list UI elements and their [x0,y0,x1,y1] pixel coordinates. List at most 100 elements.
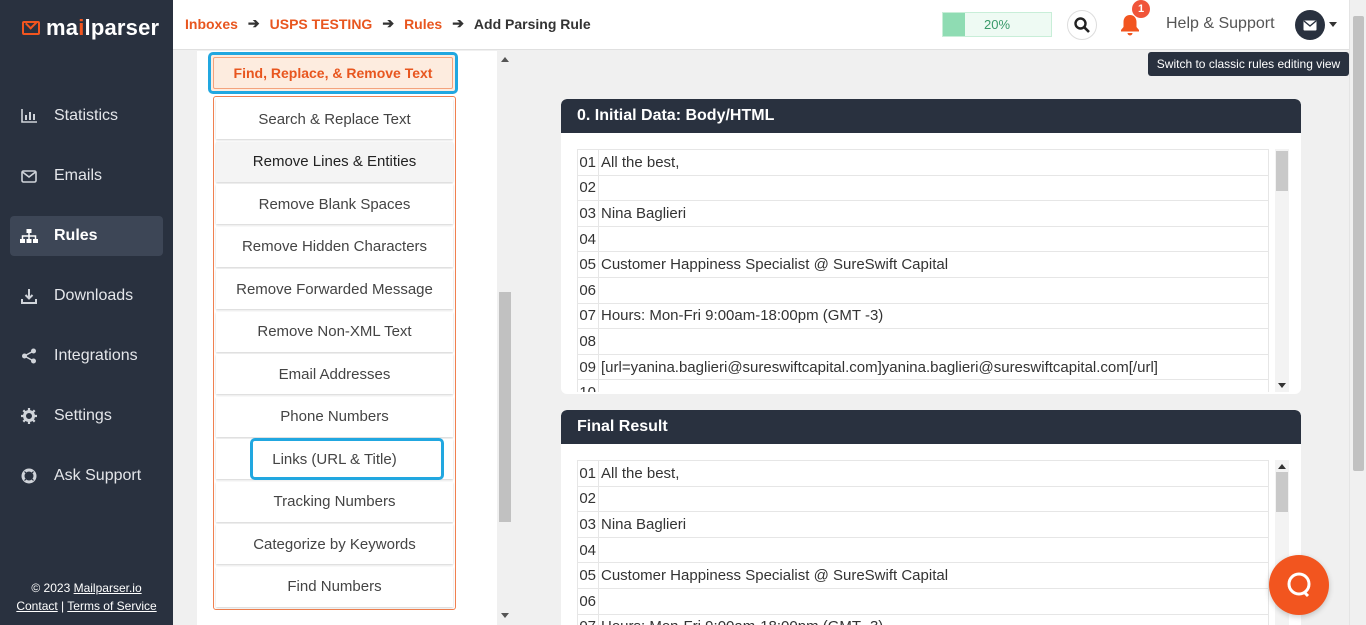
code-line: 04 [578,226,1268,253]
page-scrollbar[interactable] [1349,0,1366,625]
rules-list: Search & Replace Text Remove Lines & Ent… [213,96,456,610]
rule-remove-hidden-characters[interactable]: Remove Hidden Characters [216,226,453,267]
arrow-right-icon: ➔ [382,15,395,31]
line-number: 03 [578,512,599,537]
line-text: Nina Baglieri [601,515,687,533]
sidebar-item-ask-support[interactable]: Ask Support [10,456,163,496]
rule-search-replace[interactable]: Search & Replace Text [216,99,453,139]
breadcrumb-inbox[interactable]: USPS TESTING [270,16,373,32]
line-text: Customer Happiness Specialist @ SureSwif… [601,256,949,274]
envelope-icon [20,167,38,185]
support-icon [20,467,38,485]
rule-links[interactable]: Links (URL & Title) [216,438,453,480]
breadcrumb: Inboxes ➔ USPS TESTING ➔ Rules ➔ Add Par… [185,15,591,32]
footer-separator: | [61,599,65,613]
code-line: 10 [578,380,1268,392]
sidebar-nav: Statistics Emails Rules Downloads Integr… [0,96,173,516]
setup-progress-bar[interactable]: 20% [942,12,1052,37]
chevron-down-icon[interactable] [1329,22,1337,27]
scroll-thumb[interactable] [1276,151,1288,191]
category-inner-border [213,57,453,89]
line-text: Nina Baglieri [601,204,687,222]
line-number: 07 [578,303,599,329]
rule-email-addresses[interactable]: Email Addresses [216,354,453,394]
classic-view-tooltip: Switch to classic rules editing view [1148,52,1349,76]
code-line: 05 Customer Happiness Specialist @ SureSw… [578,252,1268,278]
code-line: 02 [578,486,1268,513]
line-number: 02 [578,175,599,201]
contact-link[interactable]: Contact [16,599,57,613]
line-number: 01 [578,150,599,175]
rule-remove-forwarded-message[interactable]: Remove Forwarded Message [216,269,453,309]
code-line: 06 [578,588,1268,615]
search-button[interactable] [1067,10,1097,40]
mailparser-logo[interactable]: mailparser [22,14,159,42]
rule-phone-numbers[interactable]: Phone Numbers [216,396,453,437]
initial-data-panel: 0. Initial Data: Body/HTML 01 All the bes… [561,99,1301,394]
rule-remove-non-xml[interactable]: Remove Non-XML Text [216,311,453,352]
rule-tracking-numbers[interactable]: Tracking Numbers [216,481,453,522]
scroll-thumb[interactable] [499,292,511,522]
page-scroll-thumb[interactable] [1353,16,1364,471]
rule-remove-blank-spaces[interactable]: Remove Blank Spaces [216,184,453,224]
rule-categorize-keywords[interactable]: Categorize by Keywords [216,524,453,564]
rules-panel: Find, Replace, & Remove Text Search & Re… [173,51,513,625]
sidebar-item-emails[interactable]: Emails [10,156,163,196]
envelope-logo-icon [22,21,40,35]
code-line: 01 All the best, [578,461,1268,487]
mailparser-link[interactable]: Mailparser.io [74,581,142,595]
line-text: Hours: Mon-Fri 9:00am-18:00pm (GMT -3) [599,618,883,625]
breadcrumb-current: Add Parsing Rule [473,15,591,32]
gear-icon [20,407,38,425]
initial-data-code[interactable]: 01 All the best, 02 03 Nina Baglieri 04 05 Cust… [577,149,1269,392]
sitemap-icon [20,227,38,245]
copyright-text: © 2023 [31,581,71,595]
rule-find-numbers[interactable]: Find Numbers [216,566,453,607]
sidebar-item-label: Integrations [54,347,138,364]
line-text: Hours: Mon-Fri 9:00am-18:00pm (GMT -3) [601,307,884,325]
sidebar-item-rules[interactable]: Rules [10,216,163,256]
line-number: 05 [578,563,599,588]
sidebar-item-settings[interactable]: Settings [10,396,163,436]
sidebar-item-downloads[interactable]: Downloads [10,276,163,316]
sidebar: mailparser Statistics Emails Rules Downl… [0,0,173,625]
terms-link[interactable]: Terms of Service [67,599,156,613]
line-number: 01 [578,461,599,486]
category-find-replace-remove[interactable]: Find, Replace, & Remove Text [208,52,458,94]
top-header: Inboxes ➔ USPS TESTING ➔ Rules ➔ Add Par… [173,0,1366,50]
scroll-down-arrow[interactable] [501,613,509,618]
scroll-thumb[interactable] [1276,472,1288,512]
sidebar-item-label: Statistics [54,107,119,124]
sidebar-item-label: Downloads [54,287,134,304]
code-line: 08 [578,329,1268,355]
breadcrumb-rules[interactable]: Rules [404,16,442,32]
sidebar-footer: © 2023 Mailparser.io Contact | Terms of … [0,579,173,615]
code-line: 03 Nina Baglieri [578,201,1268,227]
code-line: 04 [578,537,1268,564]
initial-data-scrollbar[interactable] [1275,149,1289,392]
code-line: 05 Customer Happiness Specialist @ SureSw… [578,563,1268,589]
line-number: 04 [578,537,599,563]
rules-scrollbar[interactable] [497,51,513,625]
line-number: 02 [578,486,599,512]
scroll-up-arrow[interactable] [501,57,509,62]
sidebar-item-statistics[interactable]: Statistics [10,96,163,136]
code-line: 02 [578,175,1268,202]
rule-remove-lines[interactable]: Remove Lines & Entities [216,141,453,182]
user-avatar[interactable] [1295,10,1325,40]
scroll-down-arrow[interactable] [1278,383,1286,388]
final-result-code[interactable]: 01 All the best, 02 03 Nina Baglieri 04 05 Cust… [577,460,1269,625]
notification-badge: 1 [1132,0,1150,18]
chat-support-button[interactable] [1269,555,1329,615]
line-number: 09 [578,354,599,380]
sidebar-item-label: Settings [54,407,112,424]
line-number: 06 [578,277,599,303]
code-line: 07Hours: Mon-Fri 9:00am-18:00pm (GMT -3) [578,303,1268,330]
breadcrumb-inboxes[interactable]: Inboxes [185,16,238,32]
scroll-up-arrow[interactable] [1278,464,1286,469]
help-support-link[interactable]: Help & Support [1166,15,1275,33]
line-text: All the best, [601,153,680,171]
sidebar-item-integrations[interactable]: Integrations [10,336,163,376]
download-icon [20,287,38,305]
line-number: 05 [578,252,599,277]
